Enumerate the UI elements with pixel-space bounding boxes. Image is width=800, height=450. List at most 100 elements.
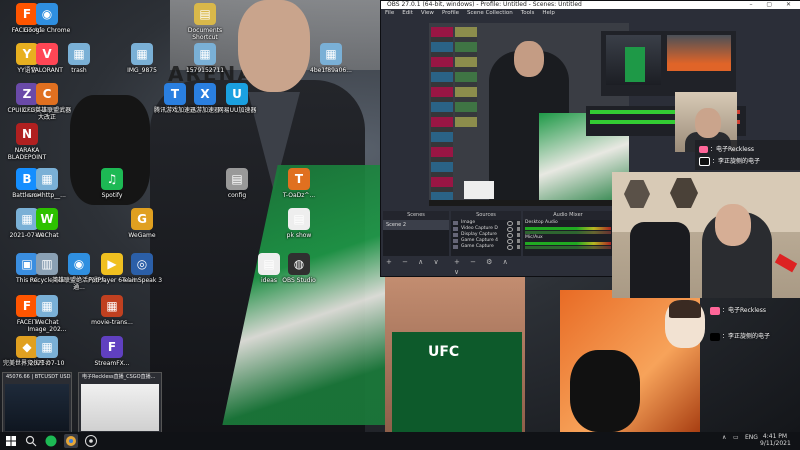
desktop-icon-label: NARAKA BLADEPOINT (7, 147, 47, 161)
thumbnail-preview (5, 384, 69, 431)
app-icon: C (36, 83, 58, 105)
desktop-icon-label: WeGame (128, 232, 156, 239)
desktop-icon-label: StreamFX... (94, 360, 130, 367)
app-icon: G (131, 208, 153, 230)
desktop-icon-label: WeChat Image_202... (27, 319, 67, 333)
desktop-icon[interactable]: ▦ WeChat Image_202... (20, 295, 74, 333)
gamepad-icon (453, 245, 458, 249)
menu-profile[interactable]: Profile (442, 9, 459, 18)
lock-icon[interactable] (517, 245, 520, 249)
menu-view[interactable]: View (421, 9, 434, 18)
language-indicator[interactable]: ENG (745, 434, 758, 441)
obs-menu-bar: File Edit View Profile Scene Collection … (381, 9, 800, 18)
network-icon[interactable]: ▭ (733, 434, 739, 441)
desktop-icon[interactable]: ▤ Documents Shortcut (178, 3, 232, 41)
desktop-icon[interactable]: T T-OaDz^... (272, 168, 326, 199)
taskbar: ∧ ▭ ENG 4:41 PM 9/11/2021 (0, 432, 800, 450)
app-icon: W (36, 208, 58, 230)
desktop-icon[interactable]: ▤ config (210, 168, 264, 199)
desktop-icon[interactable]: ▦ trash (52, 43, 106, 74)
thumbnail-preview (81, 384, 159, 431)
desktop-icon[interactable]: ▦ IMG_9875 (115, 43, 169, 74)
handle-red: ：电子Reckless (710, 305, 766, 315)
app-icon: ▦ (320, 43, 342, 65)
image-icon (453, 221, 458, 225)
menu-file[interactable]: File (385, 9, 394, 18)
app-icon: F (101, 336, 123, 358)
app-icon: ♫ (101, 168, 123, 190)
desktop-icon-label: Spotify (101, 192, 123, 199)
clock[interactable]: 4:41 PM 9/11/2021 (760, 433, 791, 447)
lock-icon[interactable] (517, 239, 520, 243)
menu-scene-collection[interactable]: Scene Collection (467, 9, 513, 18)
app-icon: ▦ (36, 295, 58, 317)
nested-fighter (667, 35, 731, 71)
nested-flag (625, 47, 645, 82)
app-icon: ▦ (131, 43, 153, 65)
mixer-channel-label: Desktop Audio (525, 220, 558, 225)
source-label: Game Capture (461, 244, 494, 249)
scenes-toolbar[interactable]: + − ∧ ∨ (383, 257, 452, 267)
spotify-icon[interactable] (44, 434, 58, 448)
windows-start-icon[interactable] (4, 434, 18, 448)
avatar-hair (669, 300, 701, 318)
desktop-icon-label: src=http__... (28, 192, 66, 199)
eye-icon[interactable] (507, 245, 513, 250)
desktop-icon[interactable]: ▦ movie-trans... (85, 295, 139, 326)
desktop-icon[interactable]: ◍ OBS Studio (272, 253, 326, 284)
source-label: Image (461, 220, 476, 225)
menu-edit[interactable]: Edit (402, 9, 413, 18)
desktop-icon[interactable]: ◎ TeamSpeak 3 (115, 253, 169, 284)
camera-icon (453, 227, 458, 231)
desktop-icon-label: T-OaDz^... (282, 192, 316, 199)
app-icon: ▤ (194, 3, 216, 25)
sources-list[interactable]: Image Video Capture D Display Capture Ga… (451, 220, 521, 256)
douyin-icon (699, 157, 710, 166)
taskbar-thumbnail[interactable]: 电子Reckless直播_CSGO直播... (78, 372, 162, 434)
desktop-icon[interactable]: ◉ Google Chrome (20, 3, 74, 34)
sources-toolbar[interactable]: + − ⚙ ∧ ∨ (451, 257, 524, 276)
sources-dock-header: Sources (451, 211, 521, 220)
desktop-icon[interactable]: ▦ 2021-07-10 (20, 336, 74, 367)
app-icon: ▤ (288, 208, 310, 230)
desktop-icon[interactable]: F StreamFX... (85, 336, 139, 367)
desktop-icon[interactable]: C CFG英雄联盟武器大改正 (20, 83, 74, 121)
obs-title-bar[interactable]: OBS 27.0.1 (64-bit, windows) - Profile: … (381, 1, 800, 9)
menu-tools[interactable]: Tools (521, 9, 535, 18)
webcam-feed (612, 172, 800, 298)
scene-item[interactable]: Scene 2 (383, 220, 449, 230)
desktop-icon-label: WeChat (35, 232, 59, 239)
preview-taskbar (429, 200, 629, 206)
desktop-icon[interactable]: ▦ 1579152711 (178, 43, 232, 74)
chevron-up-icon[interactable]: ∧ (722, 434, 726, 441)
streamer-head (715, 204, 751, 246)
menu-help[interactable]: Help (542, 9, 555, 18)
desktop-icon[interactable]: ♫ Spotify (85, 168, 139, 199)
app-icon: ▤ (226, 168, 248, 190)
lock-icon[interactable] (517, 233, 520, 237)
search-icon[interactable] (24, 434, 38, 448)
chrome-icon[interactable] (64, 434, 78, 448)
scenes-list[interactable]: Scene 2 (383, 220, 449, 256)
lock-icon[interactable] (517, 227, 520, 231)
desktop-icon[interactable]: ▦ 4be1f89a06... (304, 43, 358, 74)
desktop-icon[interactable]: N NARAKA BLADEPOINT (0, 123, 54, 161)
desktop-icon[interactable]: W WeChat (20, 208, 74, 239)
preview-desktop-icons (431, 27, 453, 202)
desktop-icon[interactable]: G WeGame (115, 208, 169, 239)
window-controls[interactable]: – ▢ ✕ (749, 1, 797, 9)
lock-icon[interactable] (517, 221, 520, 225)
desktop-icon-label: trash (71, 67, 87, 74)
obs-icon[interactable] (84, 434, 98, 448)
desktop-icon[interactable]: U 网易UU加速器 (210, 83, 264, 114)
app-icon: T (288, 168, 310, 190)
volume-meter (525, 227, 611, 230)
taskbar-thumbnail[interactable]: 45076.66 | BTCUSDT USD... (2, 372, 72, 434)
app-icon: ▦ (68, 43, 90, 65)
thumbnail-title: 45076.66 | BTCUSDT USD... (6, 374, 71, 380)
source-item[interactable]: Game Capture (451, 244, 521, 250)
desktop-icon[interactable]: ▦ src=http__... (20, 168, 74, 199)
obs-title: OBS 27.0.1 (64-bit, windows) - Profile: … (387, 1, 582, 8)
desktop-icon-label: TeamSpeak 3 (121, 277, 163, 284)
desktop-icon[interactable]: ▤ pk show (272, 208, 326, 239)
